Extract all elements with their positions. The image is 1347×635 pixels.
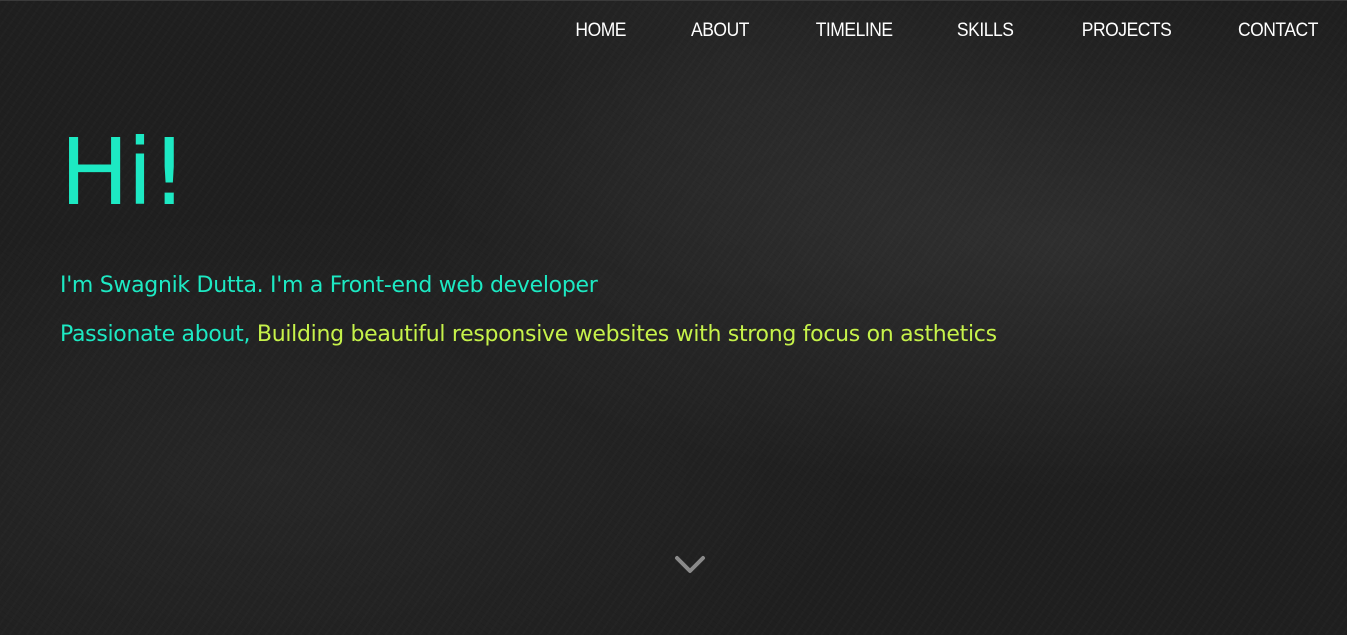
- nav-link-timeline[interactable]: TIMELINE: [815, 17, 892, 45]
- nav-link-about[interactable]: ABOUT: [691, 17, 749, 45]
- nav-link-projects[interactable]: PROJECTS: [1082, 17, 1172, 45]
- hero-passion: Passionate about, Building beautiful res…: [60, 320, 997, 350]
- passion-prefix: Passionate about,: [60, 322, 257, 347]
- passion-text: Building beautiful responsive websites w…: [256, 322, 997, 347]
- scroll-down-button[interactable]: [672, 552, 708, 578]
- nav-link-skills[interactable]: SKILLS: [957, 17, 1014, 45]
- hero-intro: I'm Swagnik Dutta. I'm a Front-end web d…: [60, 273, 598, 298]
- nav-link-home[interactable]: HOME: [575, 17, 626, 45]
- top-border: [0, 0, 1347, 1]
- main-nav: HOME ABOUT TIMELINE SKILLS PROJECTS CONT…: [511, 17, 1318, 45]
- nav-link-contact[interactable]: CONTACT: [1238, 17, 1318, 45]
- hero-greeting: Hi!: [60, 119, 188, 226]
- chevron-down-icon: [675, 556, 705, 573]
